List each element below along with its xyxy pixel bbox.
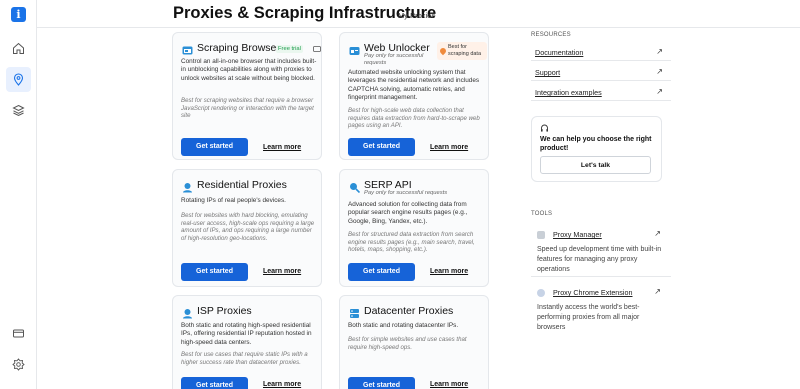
tool-proxy-manager[interactable]: Proxy Manager ↗ Speed up development tim… <box>531 229 671 277</box>
card-title: Scraping Browser <box>197 42 280 54</box>
divider <box>531 80 671 81</box>
resources-heading: RESOURCES <box>531 32 571 38</box>
get-started-button[interactable]: Get started <box>181 138 248 156</box>
proxy-manager-icon <box>537 231 545 239</box>
card-use-case: Best for structured data extraction from… <box>348 231 475 254</box>
card-subtitle: Pay only for successful requests <box>364 190 448 196</box>
page-title: Proxies & Scraping Infrastructure <box>173 4 437 22</box>
learn-more-link[interactable]: Learn more <box>430 268 468 275</box>
get-started-button[interactable]: Get started <box>348 263 415 281</box>
documentation-link[interactable]: Documentation ↗ <box>535 47 663 57</box>
card-title: Datacenter Proxies <box>364 305 454 317</box>
tool-proxy-chrome-extension[interactable]: Proxy Chrome Extension ↗ Instantly acces… <box>531 287 671 335</box>
external-link-icon: ↗ <box>654 287 661 296</box>
location-pin-icon[interactable] <box>6 67 31 92</box>
scraping-browser-icon <box>182 46 193 55</box>
help-box: We can help you choose the right product… <box>531 116 662 182</box>
breadcrumb[interactable]: My Proxies <box>398 11 435 20</box>
product-card-serp-api: SERP API Pay only for successful request… <box>339 169 489 287</box>
card-use-case: Best for scraping websites that require … <box>181 97 314 120</box>
product-card-residential-proxies: Residential Proxies Rotating IPs of real… <box>172 169 322 287</box>
residential-proxies-icon <box>183 183 192 193</box>
headset-icon <box>541 124 548 132</box>
top-header: Proxies & Scraping Infrastructure My Pro… <box>37 0 800 28</box>
card-description: Automated website unlocking system that … <box>348 69 480 102</box>
help-text: We can help you choose the right product… <box>540 136 652 152</box>
best-for-scraping-badge: Best for scraping data <box>437 42 487 60</box>
card-description: Both static and rotating high-speed resi… <box>181 322 312 346</box>
product-card-datacenter-proxies: Datacenter Proxies Both static and rotat… <box>339 295 489 389</box>
tools-heading: TOOLS <box>531 211 553 217</box>
get-started-button[interactable]: Get started <box>348 377 415 389</box>
card-title: Residential Proxies <box>197 179 287 191</box>
flame-icon <box>438 46 448 56</box>
card-title: ISP Proxies <box>197 305 252 317</box>
tool-description: Speed up development time with built-in … <box>537 246 662 274</box>
card-use-case: Best for high-scale web data collection … <box>348 107 480 130</box>
chrome-extension-icon <box>537 289 545 297</box>
get-started-button[interactable]: Get started <box>181 263 248 281</box>
product-card-isp-proxies: ISP Proxies Both static and rotating hig… <box>172 295 322 389</box>
brand-logo-icon[interactable]: i <box>11 7 26 22</box>
free-trial-badge: Free trial <box>276 45 303 53</box>
tool-description: Instantly access the world's best-perfor… <box>537 304 640 332</box>
app-root: i Proxies & Scraping Infrastructure My P… <box>0 0 800 389</box>
tool-name[interactable]: Proxy Manager <box>553 230 602 239</box>
card-use-case: Best for websites with hard blocking, em… <box>181 212 315 242</box>
learn-more-link[interactable]: Learn more <box>430 144 468 151</box>
web-unlocker-icon <box>349 47 360 55</box>
serp-api-icon <box>350 183 360 193</box>
tool-name[interactable]: Proxy Chrome Extension <box>553 288 633 297</box>
external-link-icon: ↗ <box>656 87 663 96</box>
screen-icon <box>313 46 321 52</box>
home-icon[interactable] <box>10 40 27 57</box>
external-link-icon: ↗ <box>654 229 661 238</box>
support-link[interactable]: Support ↗ <box>535 67 663 77</box>
divider <box>531 60 671 61</box>
card-use-case: Best for simple websites and use cases t… <box>348 336 467 351</box>
card-subtitle: Pay only for successful requests <box>364 53 424 66</box>
learn-more-link[interactable]: Learn more <box>263 268 301 275</box>
card-use-case: Best for use cases that require static I… <box>181 351 308 366</box>
product-card-web-unlocker: Web Unlocker Pay only for successful req… <box>339 32 489 160</box>
billing-card-icon[interactable] <box>10 325 27 342</box>
left-rail: i <box>0 0 37 389</box>
divider <box>531 100 671 101</box>
datacenter-proxies-icon <box>350 309 359 318</box>
isp-proxies-icon <box>183 309 192 319</box>
card-description: Control an all-in-one browser that inclu… <box>181 58 317 82</box>
card-description: Advanced solution for collecting data fr… <box>348 201 468 225</box>
learn-more-link[interactable]: Learn more <box>430 381 468 388</box>
get-started-button[interactable]: Get started <box>348 138 415 156</box>
card-description: Rotating IPs of real people's devices. <box>181 197 286 204</box>
get-started-button[interactable]: Get started <box>181 377 248 389</box>
external-link-icon: ↗ <box>656 67 663 76</box>
integration-examples-link[interactable]: Integration examples ↗ <box>535 87 663 97</box>
learn-more-link[interactable]: Learn more <box>263 381 301 388</box>
learn-more-link[interactable]: Learn more <box>263 144 301 151</box>
layers-icon[interactable] <box>10 102 27 119</box>
card-description: Both static and rotating datacenter IPs. <box>348 322 459 329</box>
external-link-icon: ↗ <box>656 47 663 56</box>
product-card-scraping-browser: Scraping Browser Free trial Control an a… <box>172 32 322 160</box>
settings-gear-icon[interactable] <box>10 356 27 373</box>
lets-talk-button[interactable]: Let's talk <box>540 156 651 174</box>
